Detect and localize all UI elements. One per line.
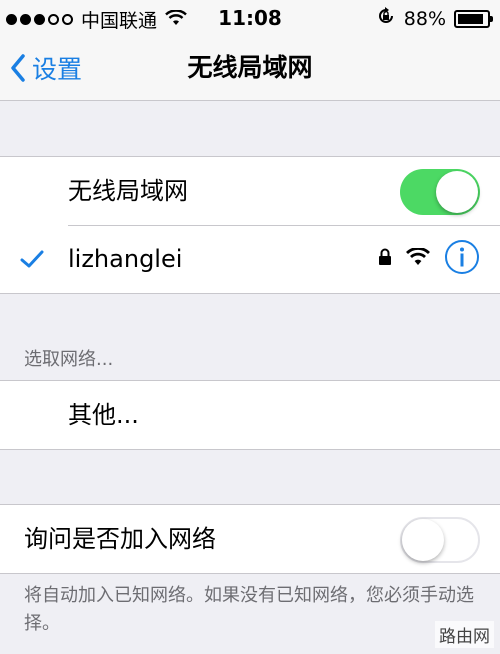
other-network-group: 其他... (0, 380, 500, 450)
wifi-toggle-row: 无线局域网 (0, 157, 500, 225)
wifi-settings-group: 无线局域网 lizhanglei (0, 156, 500, 294)
back-button[interactable]: 设置 (10, 36, 82, 100)
status-bar: 中国联通 11:08 88% (0, 0, 500, 36)
ask-to-join-group: 询问是否加入网络 (0, 504, 500, 574)
network-icons (378, 225, 480, 293)
battery-fill (458, 13, 483, 24)
other-network-row[interactable]: 其他... (0, 381, 500, 449)
wifi-toggle-label: 无线局域网 (68, 177, 188, 205)
info-icon[interactable] (444, 239, 480, 279)
rotation-lock-icon (376, 6, 396, 31)
chevron-left-icon (11, 54, 25, 82)
connected-network-row[interactable]: lizhanglei (0, 225, 500, 293)
wifi-toggle-switch[interactable] (400, 169, 480, 215)
ask-to-join-toggle[interactable] (400, 517, 480, 563)
toggle-knob (402, 519, 444, 561)
network-name: lizhanglei (68, 245, 183, 273)
status-right: 88% (376, 6, 493, 31)
ask-to-join-footer: 将自动加入已知网络。如果没有已知网络，您必须手动选择。 (24, 585, 474, 634)
toggle-knob (436, 171, 478, 213)
other-network-label: 其他... (68, 401, 139, 429)
back-button-label: 设置 (32, 55, 83, 84)
ask-to-join-label: 询问是否加入网络 (24, 525, 216, 553)
ask-to-join-row: 询问是否加入网络 (0, 505, 500, 573)
choose-network-header: 选取网络... (24, 349, 114, 370)
battery-percent: 88% (403, 7, 446, 30)
checkmark-icon (20, 225, 44, 293)
battery-icon (454, 9, 493, 28)
lock-icon (378, 248, 392, 270)
navigation-bar: 设置 无线局域网 (0, 36, 500, 101)
watermark: 路由网 (435, 621, 494, 648)
wifi-signal-icon (406, 247, 430, 270)
